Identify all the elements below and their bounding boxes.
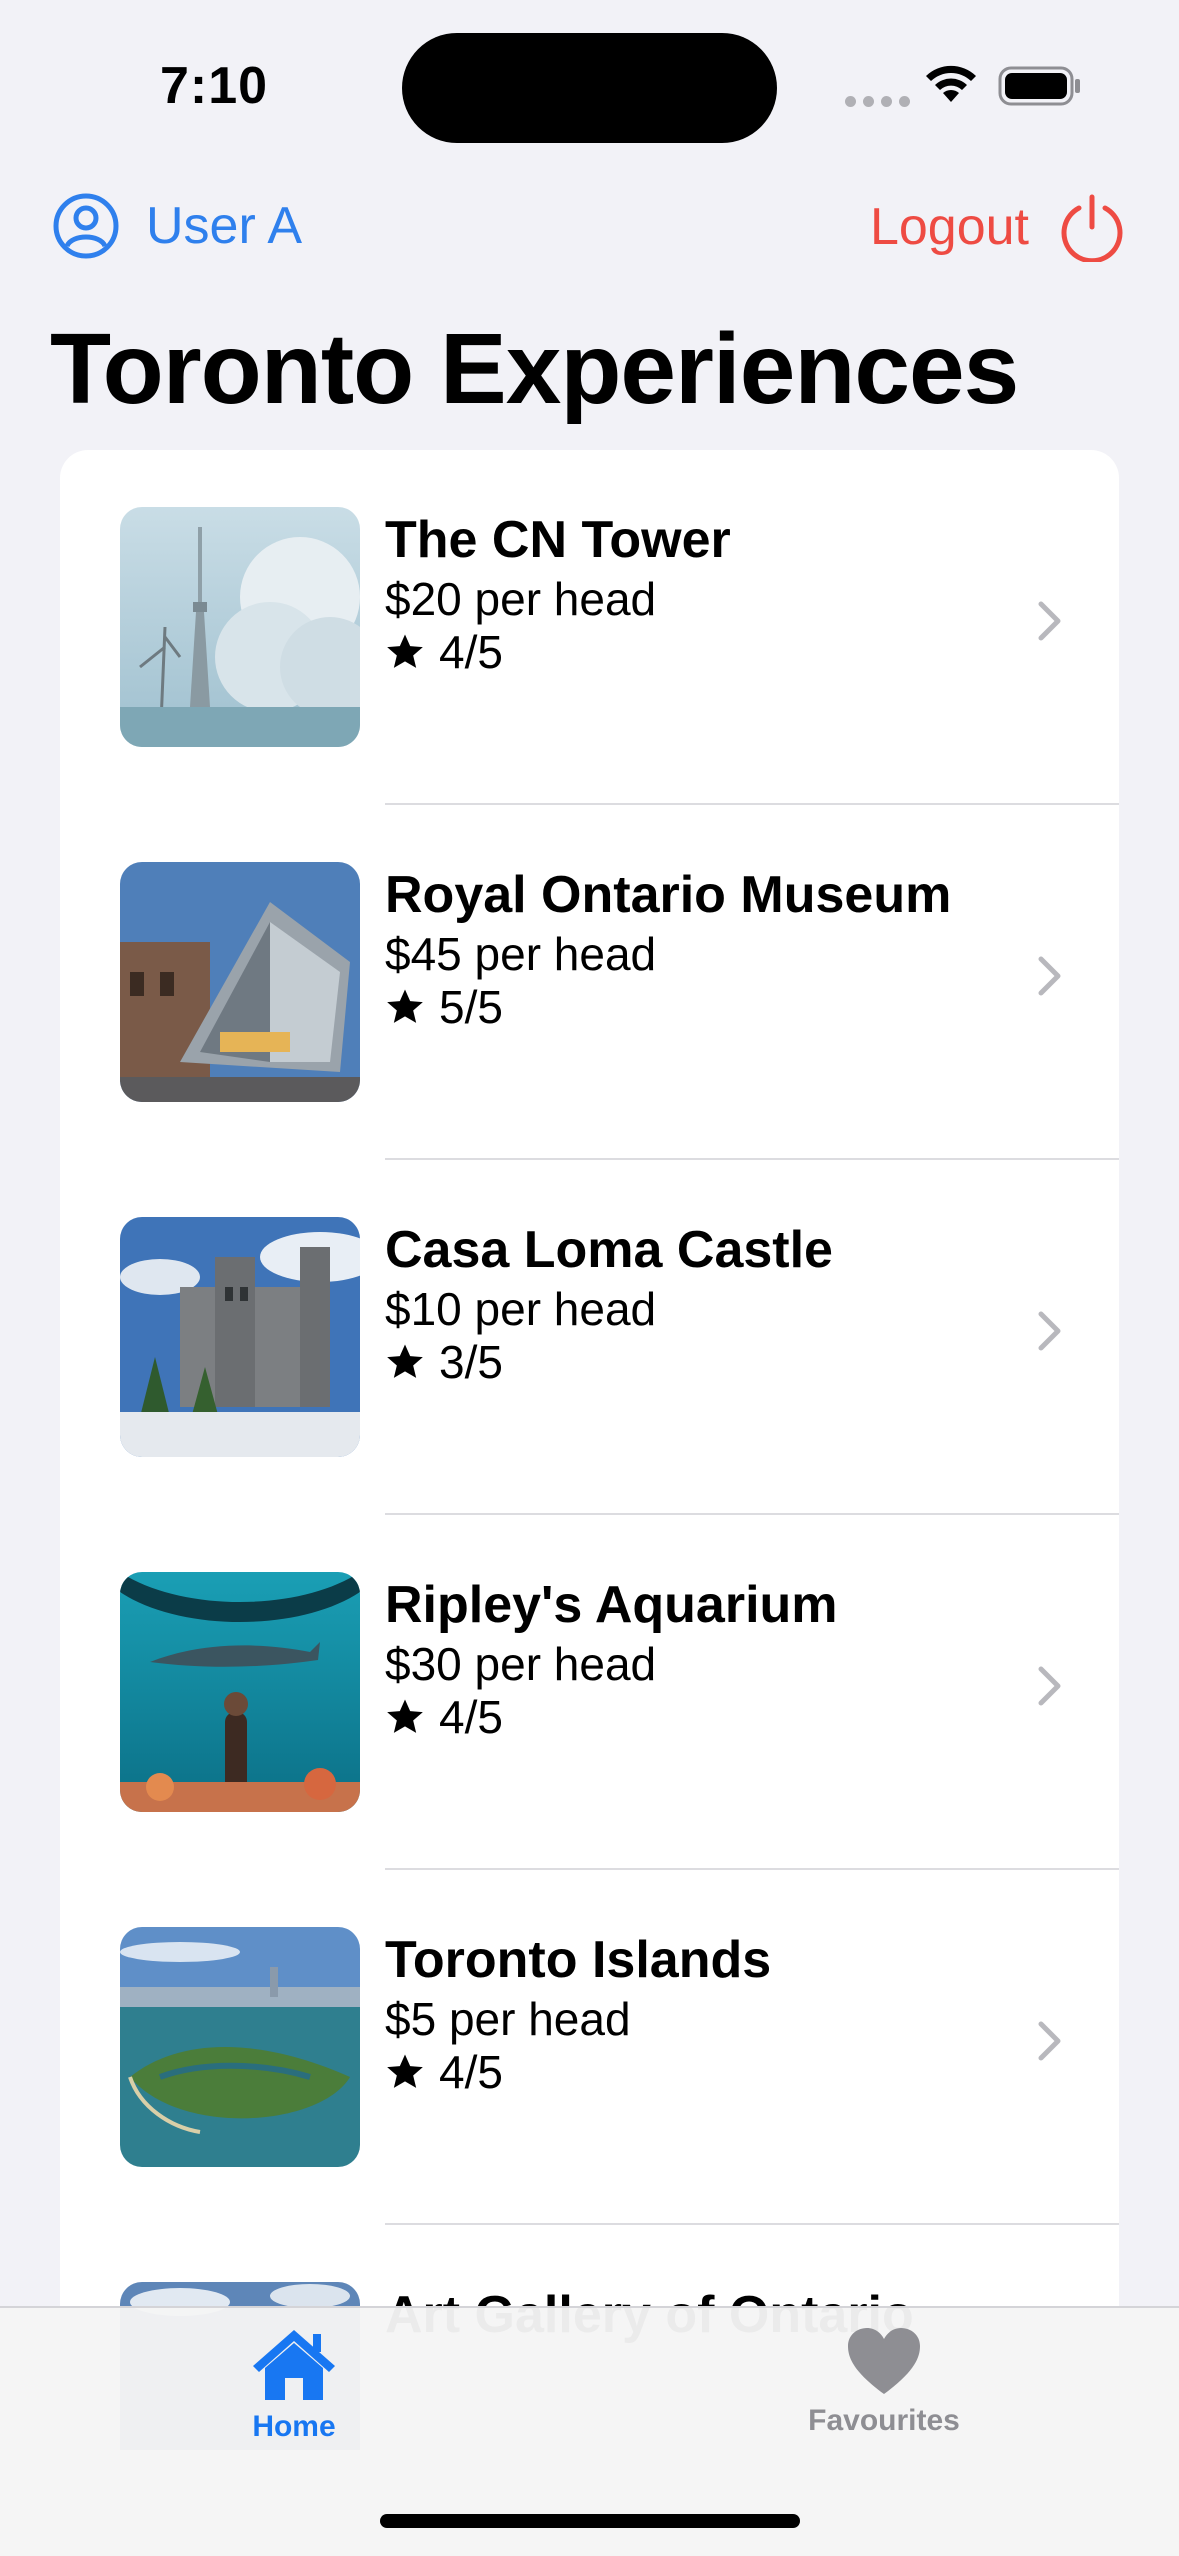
star-icon [387, 2054, 423, 2088]
rating-value: 5/5 [439, 981, 503, 1033]
dynamic-island [402, 33, 777, 143]
experience-title: Casa Loma Castle [385, 1221, 833, 1279]
tab-home-label: Home [252, 2410, 336, 2443]
ripleys-aquarium-thumbnail [120, 1572, 360, 1812]
experience-rating: 4/5 [385, 625, 503, 679]
experience-price: $30 per head [385, 1638, 657, 1690]
status-time: 7:10 [160, 57, 269, 115]
list-item[interactable]: The CN Tower $20 per head 4/5 [60, 450, 1119, 805]
home-indicator[interactable] [380, 2514, 800, 2528]
logout-label: Logout [869, 198, 1029, 256]
toronto-islands-thumbnail [120, 1927, 360, 2167]
person-circle-icon [53, 193, 119, 259]
star-icon [387, 634, 423, 668]
experience-price: $20 per head [385, 573, 657, 625]
experience-title: Ripley's Aquarium [385, 1576, 838, 1634]
chevron-right-icon [1038, 956, 1061, 996]
rating-value: 4/5 [439, 626, 503, 678]
experience-rating: 4/5 [385, 1690, 503, 1744]
experience-rating: 3/5 [385, 1335, 503, 1389]
tab-home[interactable]: Home [144, 2326, 444, 2444]
casa-loma-thumbnail [120, 1217, 360, 1457]
user-profile-button[interactable]: User A [52, 192, 302, 260]
screen: 7:10 User A Logout Toronto Experiences T… [0, 0, 1179, 2556]
user-label: User A [146, 197, 303, 255]
page-title: Toronto Experiences [50, 313, 1019, 425]
chevron-right-icon [1038, 601, 1061, 641]
chevron-right-icon [1038, 1311, 1061, 1351]
battery-icon [998, 66, 1080, 106]
chevron-right-icon [1038, 2021, 1061, 2061]
star-icon [387, 1344, 423, 1378]
experience-price: $10 per head [385, 1283, 657, 1335]
experience-title: Toronto Islands [385, 1931, 772, 1989]
tab-favourites-label: Favourites [808, 2404, 960, 2437]
heart-icon [848, 2328, 920, 2394]
house-icon [253, 2330, 335, 2400]
experience-title: Royal Ontario Museum [385, 866, 952, 924]
experience-rating: 5/5 [385, 980, 503, 1034]
tab-favourites[interactable]: Favourites [734, 2326, 1034, 2438]
experience-price: $45 per head [385, 928, 657, 980]
logout-button[interactable]: Logout [870, 192, 1127, 262]
experience-list: The CN Tower $20 per head 4/5 Royal Onta… [60, 450, 1119, 2450]
power-icon [1061, 194, 1123, 262]
rating-value: 3/5 [439, 1336, 503, 1388]
experience-price: $5 per head [385, 1993, 631, 2045]
list-item[interactable]: Toronto Islands $5 per head 4/5 [60, 1870, 1119, 2225]
chevron-right-icon [1038, 1666, 1061, 1706]
list-item[interactable]: Ripley's Aquarium $30 per head 4/5 [60, 1515, 1119, 1870]
royal-ontario-museum-thumbnail [120, 862, 360, 1102]
list-item[interactable]: Casa Loma Castle $10 per head 3/5 [60, 1160, 1119, 1515]
star-icon [387, 1699, 423, 1733]
rating-value: 4/5 [439, 2046, 503, 2098]
star-icon [387, 989, 423, 1023]
cn-tower-thumbnail [120, 507, 360, 747]
experience-rating: 4/5 [385, 2045, 503, 2099]
list-item[interactable]: Royal Ontario Museum $45 per head 5/5 [60, 805, 1119, 1160]
cellular-signal-icon [845, 96, 910, 107]
rating-value: 4/5 [439, 1691, 503, 1743]
experience-title: The CN Tower [385, 511, 731, 569]
wifi-icon [926, 65, 976, 102]
